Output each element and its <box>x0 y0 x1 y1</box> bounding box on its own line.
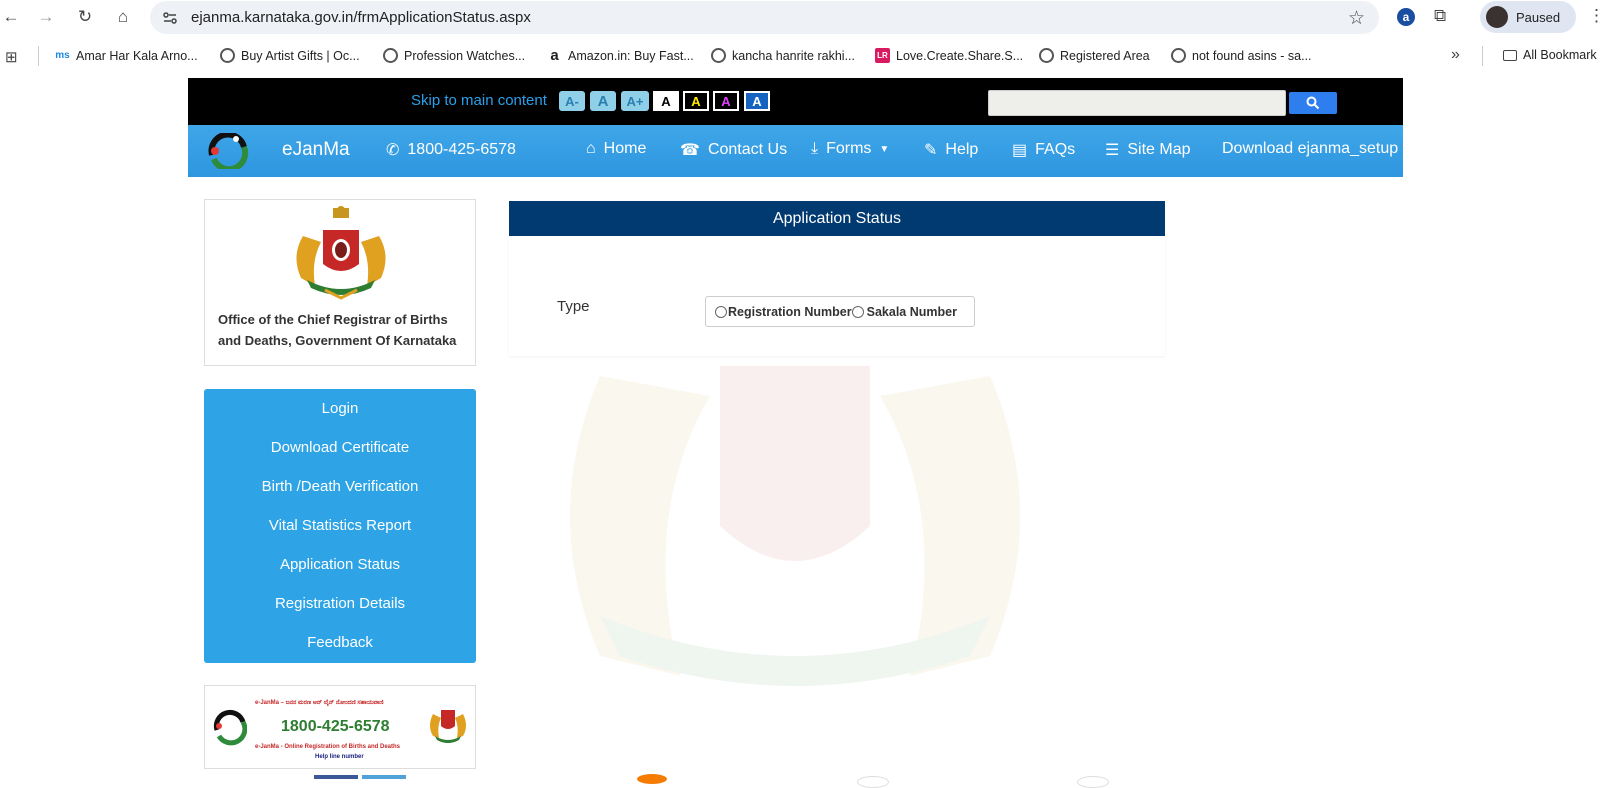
folder-icon <box>1503 49 1517 61</box>
bookmarks-bar: ⊞ ms Amar Har Kala Arno... Buy Artist Gif… <box>0 40 1600 74</box>
menu-item-vital-statistics[interactable]: Vital Statistics Report <box>204 517 476 534</box>
book-icon: ▤ <box>1012 142 1028 159</box>
menu-item-registration-details[interactable]: Registration Details <box>204 595 476 612</box>
helpline-phone: ✆ 1800-425-6578 <box>386 141 516 159</box>
list-icon: ☰ <box>1105 142 1120 159</box>
globe-icon <box>1039 48 1054 63</box>
browser-menu-icon[interactable]: ⋮ <box>1588 6 1600 26</box>
menu-item-application-status[interactable]: Application Status <box>204 556 476 573</box>
more-bookmarks-icon[interactable]: » <box>1451 46 1460 64</box>
bookmark-item[interactable]: ms Amar Har Kala Arno... <box>55 48 197 63</box>
karnataka-emblem-small <box>430 710 466 743</box>
sakala-number-radio[interactable] <box>851 305 864 318</box>
menu-item-login[interactable]: Login <box>204 400 476 417</box>
home-icon[interactable]: ⌂ <box>112 6 134 28</box>
nav-download-setup[interactable]: Download ejanma_setup <box>1222 140 1398 158</box>
side-menu: Login Download Certificate Birth /Death … <box>204 389 476 663</box>
bookmark-item[interactable]: kancha hanrite rakhi... <box>711 48 855 63</box>
globe-icon <box>711 48 726 63</box>
skip-to-content-link[interactable]: Skip to main content <box>411 92 547 109</box>
menu-item-verification[interactable]: Birth /Death Verification <box>204 478 476 495</box>
helpline-top-text: e-JanMa – ಜನನ ಮರಣ ಆನ್ ಲೈನ್ ನೋಂದಣಿ ಸಹಾಯವಾ… <box>255 700 384 706</box>
helpline-bottom-text: e-JanMa - Online Registration of Births … <box>255 744 401 750</box>
avatar <box>1486 6 1508 28</box>
decorative-circle <box>637 774 667 784</box>
search-button[interactable] <box>1289 92 1337 114</box>
office-card: Office of the Chief Registrar of Births … <box>204 199 476 366</box>
decorative-circle <box>857 776 889 788</box>
back-icon[interactable]: ← <box>0 6 22 28</box>
amazon-icon: a <box>550 47 559 64</box>
site-search-input[interactable] <box>988 90 1286 116</box>
caret-down-icon: ▼ <box>879 143 890 155</box>
phone-icon: ☎ <box>680 142 700 159</box>
main-navbar: eJanMa ✆ 1800-425-6578 ⌂ Home ☎ Contact Us … <box>188 125 1403 177</box>
helpline-banner[interactable]: e-JanMa – ಜನನ ಮರಣ ಆನ್ ಲೈನ್ ನೋಂದಣಿ ಸಹಾಯವಾ… <box>204 685 476 769</box>
bookmark-item[interactable]: LR Love.Create.Share.S... <box>875 48 1023 63</box>
twitter-icon[interactable] <box>362 775 406 779</box>
bookmark-item[interactable]: Registered Area <box>1039 48 1150 63</box>
pencil-icon: ✎ <box>924 142 938 159</box>
font-decrease-button[interactable]: A- <box>559 91 585 111</box>
nav-help[interactable]: ✎ Help <box>924 140 978 160</box>
helpline-number: 1800-425-6578 <box>281 718 390 735</box>
profile-status: Paused <box>1516 9 1561 25</box>
ejanma-logo-small <box>213 709 247 746</box>
apps-grid-icon[interactable]: ⊞ <box>5 48 18 66</box>
bookmark-item[interactable]: not found asins - sa... <box>1171 48 1312 63</box>
ms-icon: ms <box>55 50 70 61</box>
forward-icon[interactable]: → <box>35 6 57 28</box>
bookmark-item[interactable]: a Amazon.in: Buy Fast... <box>547 47 693 64</box>
nav-faqs[interactable]: ▤ FAQs <box>1012 140 1075 160</box>
home-icon: ⌂ <box>586 140 596 157</box>
browser-toolbar: ← → ↻ ⌂ ejanma.karnataka.gov.in/frmAppli… <box>0 0 1600 34</box>
facebook-icon[interactable] <box>314 775 358 779</box>
sakala-number-label[interactable]: Sakala Number <box>867 305 957 319</box>
extensions-puzzle-icon[interactable]: ⧉ <box>1434 6 1446 26</box>
contrast-magenta-button[interactable]: A <box>713 91 739 111</box>
bookmark-item[interactable]: Buy Artist Gifts | Oc... <box>220 48 360 63</box>
application-status-form: Type Registration Number Sakala Number <box>509 236 1165 356</box>
helpline-sub-text: Help line number <box>315 754 364 760</box>
download-icon: ⤓ <box>811 140 819 157</box>
menu-item-feedback[interactable]: Feedback <box>204 634 476 651</box>
brand-name[interactable]: eJanMa <box>282 139 350 161</box>
karnataka-emblem <box>296 206 386 300</box>
lr-icon: LR <box>875 48 890 63</box>
globe-icon <box>220 48 235 63</box>
accessibility-bar: Skip to main content A- A A+ A A A A <box>188 78 1403 125</box>
type-radio-group: Registration Number Sakala Number <box>705 296 975 327</box>
search-icon <box>1306 96 1320 110</box>
globe-icon <box>383 48 398 63</box>
menu-item-download-certificate[interactable]: Download Certificate <box>204 439 476 456</box>
bookmark-item[interactable]: Profession Watches... <box>383 48 525 63</box>
contrast-yellow-button[interactable]: A <box>683 91 709 111</box>
registration-number-label[interactable]: Registration Number <box>728 305 852 319</box>
office-title: Office of the Chief Registrar of Births … <box>218 312 457 348</box>
font-normal-button[interactable]: A <box>590 91 616 111</box>
registration-number-radio[interactable] <box>715 305 727 318</box>
phone-icon: ✆ <box>386 142 400 159</box>
extension-icon[interactable]: a <box>1397 8 1415 26</box>
nav-home[interactable]: ⌂ Home <box>586 140 646 158</box>
decorative-circle <box>1077 776 1109 788</box>
panel-title: Application Status <box>509 201 1165 236</box>
contrast-blue-button[interactable]: A <box>744 91 770 111</box>
site-info-icon[interactable] <box>162 10 178 26</box>
nav-contact-us[interactable]: ☎ Contact Us <box>680 140 787 160</box>
font-increase-button[interactable]: A+ <box>621 91 649 111</box>
address-bar[interactable]: ejanma.karnataka.gov.in/frmApplicationSt… <box>150 1 1379 34</box>
type-label: Type <box>557 298 590 315</box>
reload-icon[interactable]: ↻ <box>74 6 96 28</box>
nav-forms[interactable]: ⤓ Forms ▼ <box>811 140 889 158</box>
all-bookmarks[interactable]: All Bookmark <box>1503 48 1597 62</box>
globe-icon <box>1171 48 1186 63</box>
profile-chip[interactable]: Paused <box>1480 1 1576 33</box>
bookmark-star-icon[interactable]: ☆ <box>1348 7 1365 30</box>
ejanma-logo[interactable] <box>206 133 250 169</box>
emblem-watermark <box>570 366 1020 686</box>
url-text[interactable]: ejanma.karnataka.gov.in/frmApplicationSt… <box>191 9 531 26</box>
nav-site-map[interactable]: ☰ Site Map <box>1105 140 1190 160</box>
contrast-white-button[interactable]: A <box>653 91 679 111</box>
